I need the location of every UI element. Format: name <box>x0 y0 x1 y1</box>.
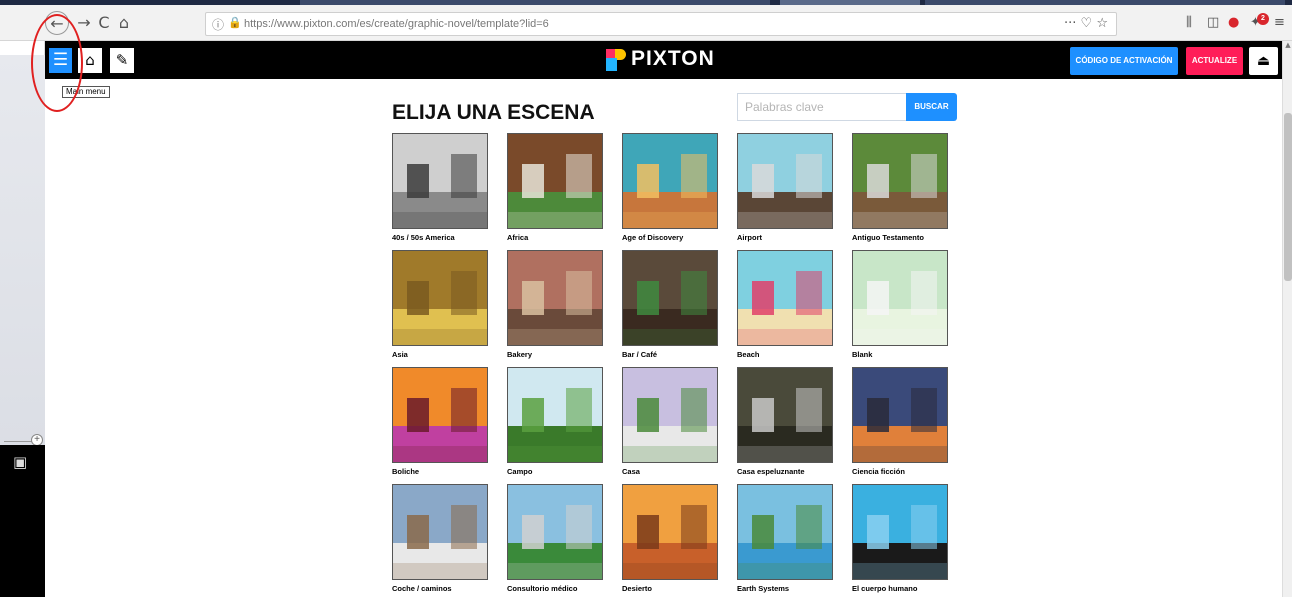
scene-thumbnail[interactable] <box>392 484 488 580</box>
upgrade-button[interactable]: ACTUALIZE <box>1186 47 1243 75</box>
menu-icon[interactable]: ≡ <box>1274 15 1285 30</box>
scene-thumbnail[interactable] <box>392 367 488 463</box>
adblock-icon[interactable]: ● <box>1228 15 1239 30</box>
scene-thumbnail[interactable] <box>392 250 488 346</box>
keyword-search-input[interactable] <box>737 93 907 121</box>
scene-card[interactable]: Casa espeluznante <box>737 367 833 476</box>
scene-card[interactable]: Age of Discovery <box>622 133 718 242</box>
scene-thumbnail[interactable] <box>737 367 833 463</box>
lock-icon[interactable]: 🔒 <box>228 16 242 29</box>
scene-label[interactable]: Ciencia ficción <box>852 467 948 476</box>
scene-label[interactable]: Africa <box>507 233 603 242</box>
scene-label[interactable]: Coche / caminos <box>392 584 488 593</box>
scene-label[interactable]: Beach <box>737 350 833 359</box>
scene-label[interactable]: Casa <box>622 467 718 476</box>
scene-thumbnail[interactable] <box>622 367 718 463</box>
scene-label[interactable]: Earth Systems <box>737 584 833 593</box>
scene-card[interactable]: Earth Systems <box>737 484 833 593</box>
scene-thumbnail[interactable] <box>737 133 833 229</box>
logo-icon <box>606 49 626 71</box>
scene-thumbnail[interactable] <box>852 484 948 580</box>
url-text[interactable]: https://www.pixton.com/es/create/graphic… <box>244 18 549 30</box>
scene-thumbnail[interactable] <box>737 250 833 346</box>
highlight-circle <box>31 14 83 112</box>
panel-background <box>0 55 45 485</box>
scene-card[interactable]: Ciencia ficción <box>852 367 948 476</box>
scene-card[interactable]: Desierto <box>622 484 718 593</box>
scene-card[interactable]: Asia <box>392 250 488 359</box>
scroll-thumb[interactable] <box>1284 113 1292 281</box>
scene-card[interactable]: Airport <box>737 133 833 242</box>
page-actions-icon[interactable]: ··· ♡ ☆ <box>1064 16 1108 31</box>
sidebar-icon[interactable]: ◫ <box>1207 15 1219 30</box>
scene-thumbnail[interactable] <box>507 250 603 346</box>
scene-thumbnail[interactable] <box>622 250 718 346</box>
left-panel: + ▣ <box>0 41 45 597</box>
scene-label[interactable]: Age of Discovery <box>622 233 718 242</box>
scene-label[interactable]: Blank <box>852 350 948 359</box>
scene-thumbnail[interactable] <box>852 250 948 346</box>
scene-card[interactable]: Campo <box>507 367 603 476</box>
scene-label[interactable]: Consultorio médico <box>507 584 603 593</box>
extension-badge: 2 <box>1257 13 1269 25</box>
scene-label[interactable]: Bar / Café <box>622 350 718 359</box>
scene-label[interactable]: El cuerpo humano <box>852 584 948 593</box>
scene-thumbnail[interactable] <box>622 484 718 580</box>
scene-card[interactable]: Boliche <box>392 367 488 476</box>
home-icon[interactable]: ⌂ <box>112 11 136 35</box>
scene-card[interactable]: Antiguo Testamento <box>852 133 948 242</box>
logo-text: PIXTON <box>631 47 715 70</box>
library-icon[interactable]: ⫼ <box>1186 15 1192 30</box>
scene-card[interactable]: Bar / Café <box>622 250 718 359</box>
scene-card[interactable]: 40s / 50s America <box>392 133 488 242</box>
page-title: ELIJA UNA ESCENA <box>392 101 595 124</box>
scene-card[interactable]: Coche / caminos <box>392 484 488 593</box>
scene-thumbnail[interactable] <box>507 133 603 229</box>
scene-label[interactable]: Bakery <box>507 350 603 359</box>
scene-thumbnail[interactable] <box>737 484 833 580</box>
scene-label[interactable]: 40s / 50s America <box>392 233 488 242</box>
scene-thumbnail[interactable] <box>507 367 603 463</box>
scene-card[interactable]: El cuerpo humano <box>852 484 948 593</box>
app-header: ☰ ⌂ ✎ PIXTON CÓDIGO DE ACTIVACIÓN ACTUAL… <box>45 41 1282 79</box>
scene-thumbnail[interactable] <box>852 133 948 229</box>
scene-thumbnail[interactable] <box>622 133 718 229</box>
scene-card[interactable]: Bakery <box>507 250 603 359</box>
notification-icon[interactable]: ▣ <box>13 453 27 471</box>
activation-code-button[interactable]: CÓDIGO DE ACTIVACIÓN <box>1070 47 1178 75</box>
scene-label[interactable]: Airport <box>737 233 833 242</box>
scene-card[interactable]: Blank <box>852 250 948 359</box>
scene-card[interactable]: Casa <box>622 367 718 476</box>
scene-thumbnail[interactable] <box>852 367 948 463</box>
scene-label[interactable]: Campo <box>507 467 603 476</box>
url-bar[interactable]: ⓘ 🔒 https://www.pixton.com/es/create/gra… <box>205 12 1117 36</box>
scene-card[interactable]: Beach <box>737 250 833 359</box>
panel-footer: ▣ <box>0 445 45 597</box>
scene-thumbnail[interactable] <box>507 484 603 580</box>
page-scrollbar[interactable]: ▲ <box>1282 41 1292 597</box>
eject-icon[interactable]: ⏏ <box>1249 47 1278 75</box>
search-button[interactable]: BUSCAR <box>906 93 957 121</box>
scene-label[interactable]: Asia <box>392 350 488 359</box>
scene-label[interactable]: Antiguo Testamento <box>852 233 948 242</box>
scene-card[interactable]: Consultorio médico <box>507 484 603 593</box>
scroll-up-icon[interactable]: ▲ <box>1284 41 1292 51</box>
zoom-slider[interactable] <box>4 441 34 442</box>
info-icon[interactable]: ⓘ <box>212 16 224 33</box>
scene-label[interactable]: Casa espeluznante <box>737 467 833 476</box>
scene-thumbnail[interactable] <box>392 133 488 229</box>
scene-card[interactable]: Africa <box>507 133 603 242</box>
edit-button[interactable]: ✎ <box>110 48 134 73</box>
scene-label[interactable]: Desierto <box>622 584 718 593</box>
scene-label[interactable]: Boliche <box>392 467 488 476</box>
browser-toolbar: ← → C ⌂ ⓘ 🔒 https://www.pixton.com/es/cr… <box>0 5 1292 41</box>
